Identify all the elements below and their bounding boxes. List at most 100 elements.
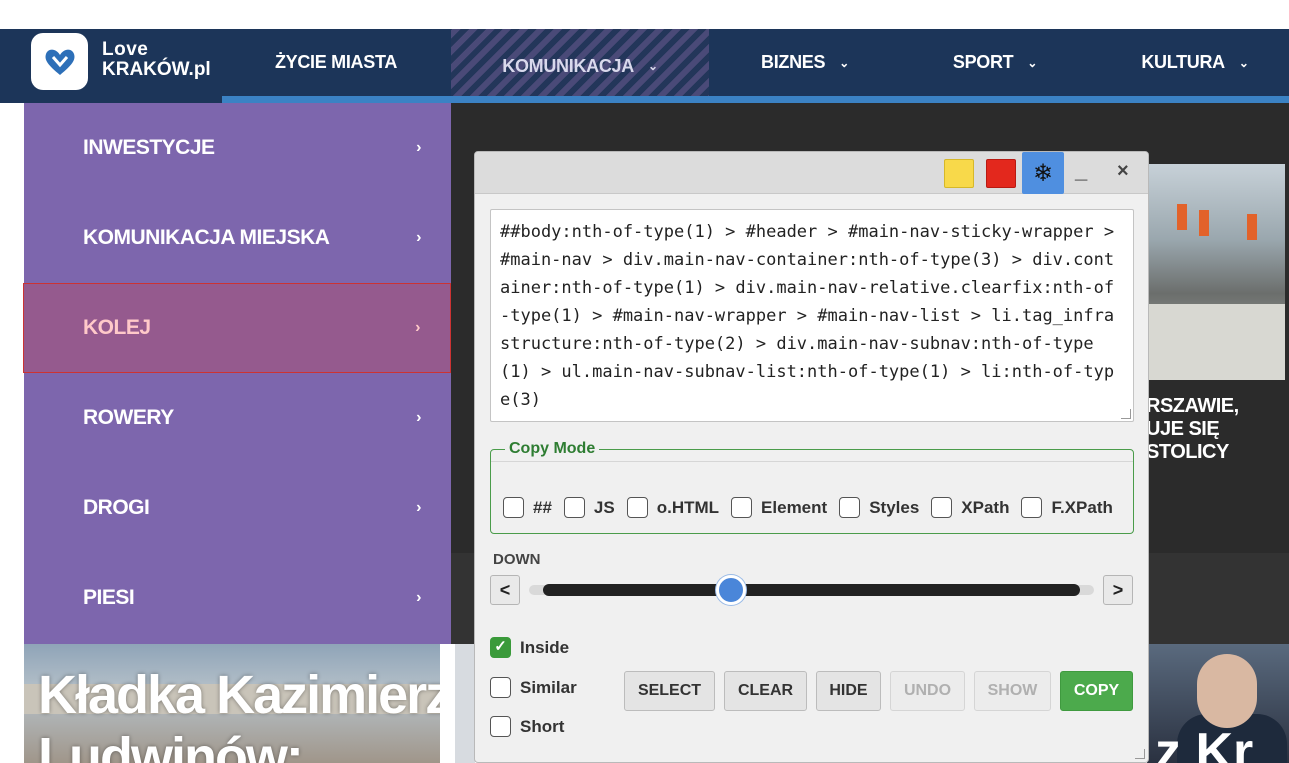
copy-mode-styles[interactable]: Styles	[839, 497, 919, 518]
submenu-label: INWESTYCJE	[83, 136, 215, 159]
checkbox-label: Element	[761, 497, 828, 517]
checkbox[interactable]	[931, 497, 953, 518]
checkbox[interactable]	[1021, 497, 1043, 518]
headline-line: STOLICY	[1146, 441, 1229, 463]
slider-thumb[interactable]	[715, 575, 746, 605]
article-title-line1: Kładka Kazimierz-	[38, 665, 440, 725]
show-button[interactable]: SHOW	[974, 671, 1051, 711]
submenu-item-komunikacja-miejska[interactable]: KOMUNIKACJA MIEJSKA ›	[24, 193, 451, 283]
undo-button[interactable]: UNDO	[890, 671, 965, 711]
checkbox-label: F.XPath	[1051, 497, 1113, 517]
option-short[interactable]: Short	[490, 716, 564, 737]
site-header: Love KRAKÓW.pl ŻYCIE MIASTA KOMUNIKACJA …	[0, 29, 1289, 103]
nav-item-kultura[interactable]: KULTURA ⌄	[1120, 29, 1270, 96]
article-card-kladka[interactable]: Kładka Kazimierz- Ludwinów:	[24, 644, 440, 763]
dialog-titlebar[interactable]: ❄ _ ×	[475, 152, 1148, 194]
clear-button[interactable]: CLEAR	[724, 671, 807, 711]
chevron-right-icon: ›	[416, 409, 421, 426]
nav-item-zycie-miasta[interactable]: ŻYCIE MIASTA	[262, 29, 410, 96]
nav-label: BIZNES	[761, 52, 826, 72]
nav-item-sport[interactable]: SPORT ⌄	[930, 29, 1060, 96]
copy-mode-ohtml[interactable]: o.HTML	[626, 497, 720, 518]
close-icon[interactable]: ×	[1117, 160, 1129, 183]
option-label: Similar	[520, 677, 577, 697]
submenu-label: DROGI	[83, 496, 150, 519]
article-card-right[interactable]: z Kr	[1147, 644, 1289, 763]
slider-next-button[interactable]: >	[1103, 575, 1133, 605]
checkbox-label: XPath	[961, 497, 1010, 517]
hide-button[interactable]: HIDE	[816, 671, 881, 711]
checkbox[interactable]	[490, 716, 511, 737]
logo-heart-icon[interactable]	[31, 33, 88, 90]
submenu-item-rowery[interactable]: ROWERY ›	[24, 373, 451, 463]
checkbox-label: Styles	[869, 497, 920, 517]
submenu-item-inwestycje[interactable]: INWESTYCJE ›	[24, 103, 451, 193]
logo-line2: KRAKÓW.pl	[102, 59, 211, 80]
nav-item-komunikacja[interactable]: KOMUNIKACJA ⌄	[451, 29, 709, 103]
komunikacja-submenu: INWESTYCJE › KOMUNIKACJA MIEJSKA › KOLEJ…	[23, 103, 451, 644]
copy-mode-fxpath[interactable]: F.XPath	[1021, 497, 1113, 518]
checkbox[interactable]	[490, 677, 511, 698]
select-button[interactable]: SELECT	[624, 671, 715, 711]
submenu-label: ROWERY	[83, 406, 174, 429]
copy-mode-js[interactable]: JS	[563, 497, 615, 518]
copy-mode-legend: Copy Mode	[505, 440, 600, 458]
snowflake-icon[interactable]: ❄	[1022, 152, 1064, 194]
chevron-down-icon: ⌄	[1238, 55, 1249, 70]
article-card-middle[interactable]	[455, 644, 475, 763]
copy-mode-fieldset	[490, 449, 1134, 534]
person-face	[1197, 654, 1257, 728]
checkbox-label: o.HTML	[656, 497, 720, 517]
slider-prev-button[interactable]: <	[490, 575, 520, 605]
article-title-right: z Kr	[1155, 723, 1254, 763]
nav-label: SPORT	[952, 52, 1014, 72]
nav-label: KOMUNIKACJA	[502, 55, 634, 76]
copy-mode-hash[interactable]: ##	[503, 497, 552, 518]
copy-mode-options: ## JS o.HTML Element Styles XPath F.XPat…	[503, 497, 1125, 518]
submenu-label: KOLEJ	[83, 316, 151, 339]
submenu-label: KOMUNIKACJA MIEJSKA	[83, 226, 330, 249]
selector-dialog: ❄ _ × ##body:nth-of-type(1) > #header > …	[474, 151, 1149, 763]
chevron-right-icon: ›	[416, 229, 421, 246]
copy-mode-divider	[491, 461, 1133, 462]
checkbox[interactable]	[626, 497, 648, 518]
selector-textarea[interactable]: ##body:nth-of-type(1) > #header > #main-…	[490, 209, 1134, 422]
logo-text[interactable]: Love KRAKÓW.pl	[102, 40, 211, 80]
worker-figure	[1177, 204, 1187, 230]
submenu-item-drogi[interactable]: DROGI ›	[24, 463, 451, 553]
checkbox[interactable]	[563, 497, 585, 518]
nav-label: KULTURA	[1141, 52, 1225, 72]
checkbox[interactable]	[839, 497, 861, 518]
slider-track[interactable]	[543, 584, 1080, 596]
submenu-item-kolej[interactable]: KOLEJ ›	[23, 283, 451, 373]
checkbox[interactable]	[503, 497, 524, 518]
option-label: Inside	[520, 637, 570, 657]
resize-grip-icon[interactable]	[1121, 409, 1131, 419]
chevron-down-icon: ⌄	[839, 55, 849, 70]
option-inside[interactable]: ✓ Inside	[490, 637, 569, 658]
option-label: Short	[520, 716, 565, 736]
nav-label: ŻYCIE MIASTA	[274, 52, 398, 72]
checkbox-checked-icon[interactable]: ✓	[490, 637, 511, 658]
checkbox[interactable]	[731, 497, 753, 518]
copy-button[interactable]: COPY	[1060, 671, 1133, 711]
nav-item-biznes[interactable]: BIZNES ⌄	[740, 29, 870, 96]
dialog-resize-grip-icon[interactable]	[1135, 749, 1145, 759]
red-color-button[interactable]	[986, 159, 1016, 188]
copy-mode-xpath[interactable]: XPath	[931, 497, 1009, 518]
chevron-right-icon: ›	[416, 139, 421, 156]
copy-mode-element[interactable]: Element	[731, 497, 827, 518]
checkbox-label: JS	[593, 497, 615, 517]
chevron-right-icon: ›	[416, 499, 421, 516]
minimize-button[interactable]: _	[1075, 158, 1087, 184]
worker-figure	[1247, 214, 1257, 240]
selector-text: ##body:nth-of-type(1) > #header > #main-…	[500, 222, 1115, 410]
article-photo-workers[interactable]	[1147, 164, 1285, 380]
article-headline-right[interactable]: RSZAWIE, UJE SIĘ STOLICY	[1146, 395, 1239, 464]
option-similar[interactable]: Similar	[490, 677, 577, 698]
headline-line: UJE SIĘ	[1146, 418, 1220, 440]
article-title: Kładka Kazimierz- Ludwinów:	[38, 664, 440, 763]
submenu-item-piesi[interactable]: PIESI ›	[24, 553, 451, 643]
article-title-line2: Ludwinów:	[38, 727, 304, 763]
yellow-color-button[interactable]	[944, 159, 974, 188]
